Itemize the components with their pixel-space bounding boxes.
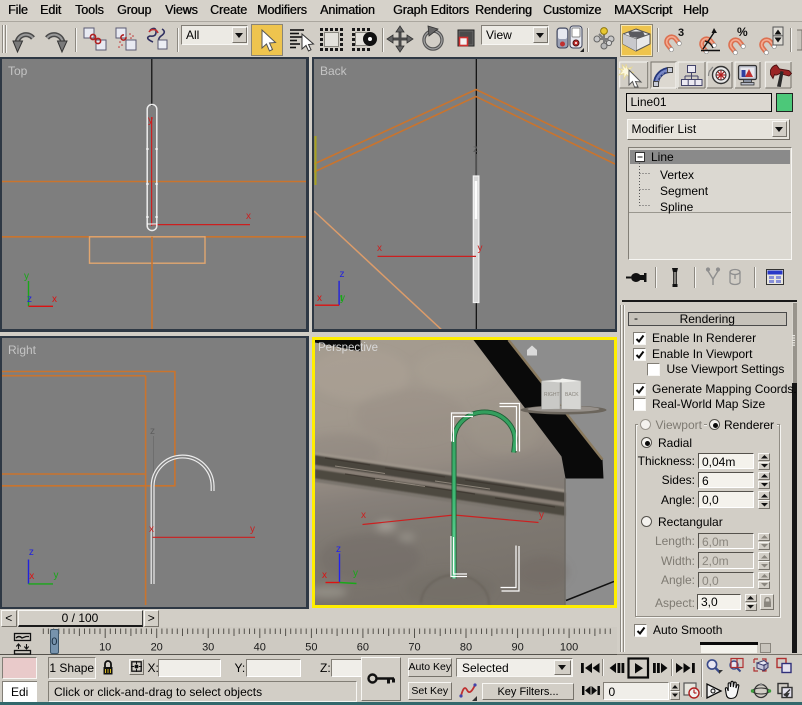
svg-text:70: 70 [408, 642, 420, 654]
svg-text:y: y [250, 524, 255, 535]
svg-text:BACK: BACK [565, 392, 579, 398]
svg-text:10: 10 [99, 642, 111, 654]
svg-text:y: y [353, 568, 358, 579]
svg-text:y: y [148, 115, 153, 126]
svg-text:100: 100 [560, 642, 578, 654]
svg-text:Top: Top [8, 64, 28, 78]
svg-text:x: x [361, 510, 366, 521]
svg-text:z: z [29, 547, 34, 558]
svg-text:Right: Right [8, 343, 37, 357]
svg-text:RIGHT: RIGHT [544, 392, 560, 398]
svg-text:y: y [54, 570, 59, 581]
svg-text:%: % [737, 25, 748, 39]
svg-text:x: x [246, 211, 251, 222]
svg-text:y: y [340, 293, 345, 304]
svg-text:z: z [336, 544, 341, 555]
svg-text:3: 3 [678, 27, 684, 39]
svg-text:x: x [317, 293, 322, 304]
svg-text:y: y [24, 271, 29, 282]
svg-text:y: y [539, 510, 544, 521]
svg-text:40: 40 [254, 642, 266, 654]
svg-text:z: z [339, 269, 344, 280]
svg-text:Perspective: Perspective [318, 342, 378, 354]
svg-text:x: x [29, 571, 34, 582]
svg-text:50: 50 [305, 642, 317, 654]
svg-text:x: x [52, 294, 57, 305]
svg-text:x: x [377, 243, 382, 254]
svg-text:z: z [473, 144, 478, 155]
svg-text:x: x [322, 570, 327, 581]
svg-text:30: 30 [202, 642, 214, 654]
svg-text:x: x [149, 524, 154, 535]
svg-text:z: z [150, 426, 155, 437]
svg-text:y: y [477, 243, 482, 254]
svg-text:20: 20 [151, 642, 163, 654]
svg-text:z: z [27, 294, 32, 305]
svg-text:Back: Back [320, 64, 348, 78]
svg-text:60: 60 [357, 642, 369, 654]
svg-text:80: 80 [460, 642, 472, 654]
svg-text:90: 90 [511, 642, 523, 654]
